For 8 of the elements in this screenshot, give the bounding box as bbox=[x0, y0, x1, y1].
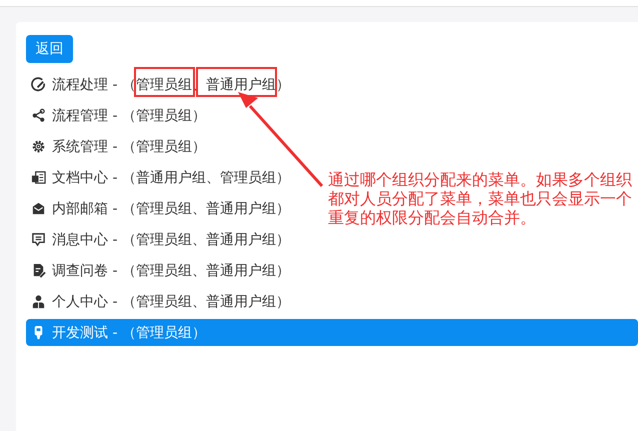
menu-item[interactable]: 系统管理 - （管理员组） bbox=[26, 133, 206, 160]
menu-item[interactable]: 消息中心 - （管理员组、普通用户组） bbox=[26, 226, 290, 253]
menu-item[interactable]: 内部邮箱 - （管理员组、普通用户组） bbox=[26, 195, 290, 222]
menu-item[interactable]: 调查问卷 - （管理员组、普通用户组） bbox=[26, 257, 290, 284]
menu-item[interactable]: 个人中心 - （管理员组、普通用户组） bbox=[26, 288, 290, 315]
annotation-note: 通过哪个组织分配来的菜单。如果多个组织都对人员分配了菜单，菜单也只会显示一个重复的权限分配会自动合并。 bbox=[328, 170, 633, 227]
menu-item[interactable]: 文档中心 - （普通用户组、管理员组） bbox=[26, 164, 290, 191]
menu-item[interactable]: 流程管理 - （管理员组） bbox=[26, 102, 206, 129]
